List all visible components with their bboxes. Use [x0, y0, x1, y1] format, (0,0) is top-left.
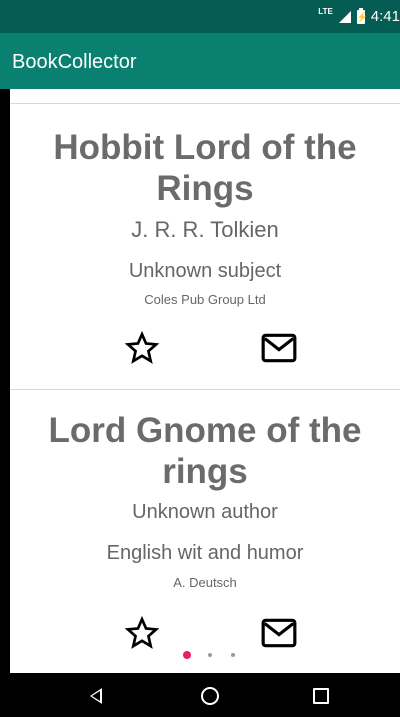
recent-apps-icon[interactable] — [313, 688, 329, 704]
status-bar: LTE 4:41 — [0, 0, 400, 33]
status-time: 4:41 — [370, 8, 400, 25]
top-divider — [10, 103, 400, 104]
app-bar: BookCollector — [0, 33, 400, 89]
back-icon[interactable] — [90, 688, 102, 704]
book-publisher: A. Deutsch — [173, 575, 237, 590]
battery-charging-icon — [356, 7, 368, 24]
book-author: J. R. R. Tolkien — [131, 217, 279, 242]
book-card[interactable]: Lord Gnome of the rings Unknown author E… — [10, 410, 400, 590]
book-author: Unknown author — [132, 501, 278, 523]
page-indicator — [10, 651, 400, 661]
phone-screen: LTE 4:41 BookCollector Hobbit Lord of th… — [0, 0, 400, 717]
status-indicators: LTE 4:41 — [318, 0, 400, 33]
app-title: BookCollector — [12, 51, 137, 73]
book-publisher: Coles Pub Group Ltd — [144, 292, 266, 307]
mail-icon — [261, 618, 297, 648]
page-dot[interactable] — [208, 653, 212, 657]
home-icon[interactable] — [201, 687, 219, 705]
book-subject: English wit and humor — [106, 542, 304, 564]
star-outline-icon — [124, 330, 160, 364]
book-list[interactable]: Hobbit Lord of the Rings J. R. R. Tolkie… — [10, 89, 400, 673]
network-type-label: LTE — [318, 7, 333, 16]
navigation-bar — [0, 673, 400, 717]
book-subject: Unknown subject — [128, 260, 282, 282]
page-dot-active[interactable] — [183, 651, 191, 659]
book-title: Lord Gnome of the rings — [48, 411, 362, 491]
card-divider — [10, 389, 400, 390]
book-card[interactable]: Hobbit Lord of the Rings J. R. R. Tolkie… — [10, 127, 400, 307]
mail-icon — [261, 333, 297, 363]
book-title: Hobbit Lord of the Rings — [53, 128, 357, 208]
favorite-button[interactable] — [123, 614, 161, 652]
favorite-button[interactable] — [123, 329, 161, 367]
share-email-button[interactable] — [260, 614, 298, 652]
signal-icon — [338, 10, 351, 23]
page-dot[interactable] — [231, 653, 235, 657]
star-outline-icon — [124, 615, 160, 649]
share-email-button[interactable] — [260, 329, 298, 367]
